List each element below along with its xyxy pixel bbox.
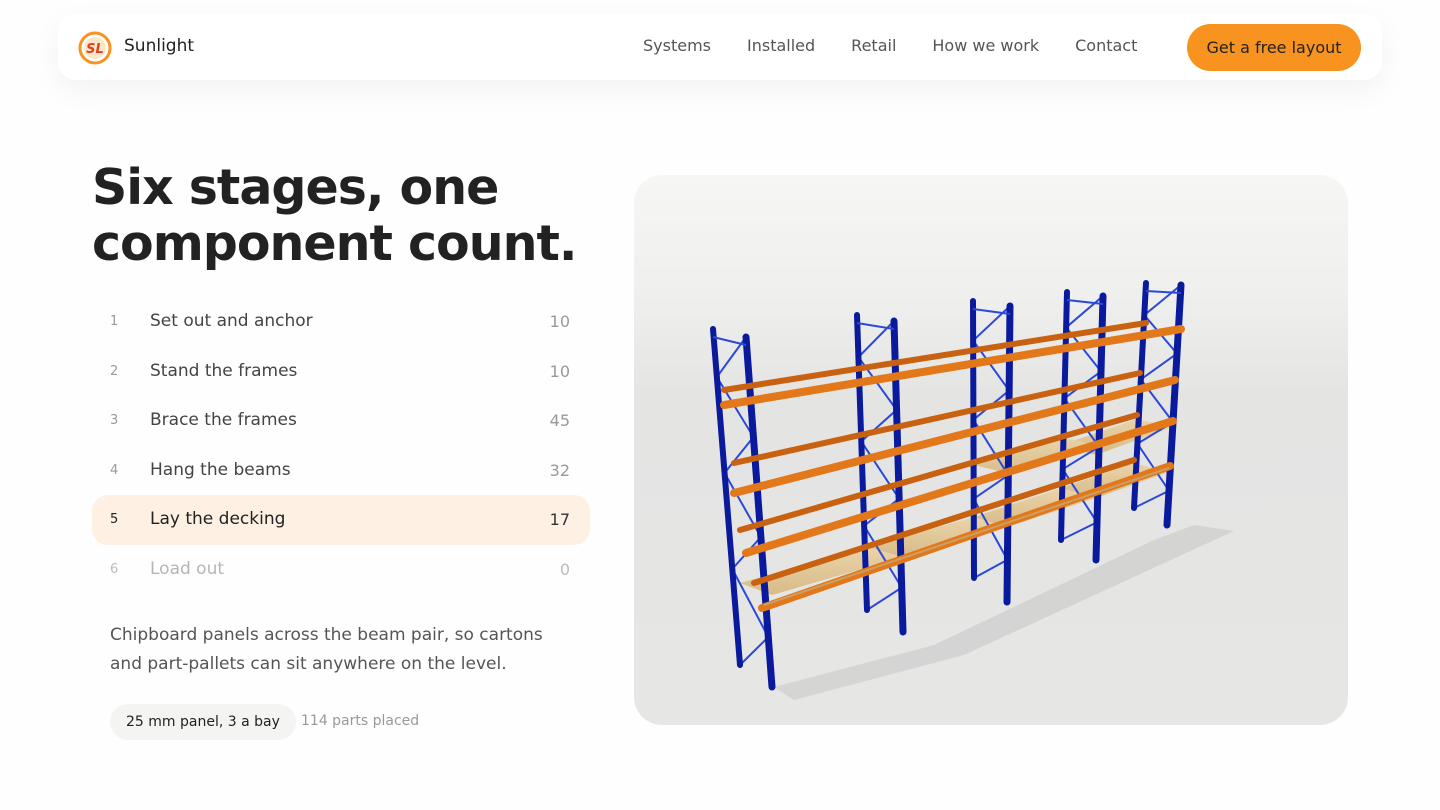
- stage-number: 3: [110, 413, 119, 429]
- stage-item-2[interactable]: 2 Stand the frames 10: [92, 347, 590, 397]
- stage-label: Load out: [150, 558, 225, 579]
- stage-number: 1: [110, 314, 119, 329]
- rear-beam: [721, 320, 1149, 393]
- get-free-layout-button[interactable]: Get a free layout: [1187, 24, 1361, 71]
- stage-label: Stand the frames: [150, 360, 298, 381]
- stage-item-1[interactable]: 1 Set out and anchor 10: [92, 297, 590, 347]
- nav-link-how-we-work[interactable]: How we work: [932, 36, 1039, 55]
- front-upright: [1163, 281, 1185, 529]
- stage-number: 4: [110, 462, 119, 478]
- stage-number: 2: [110, 363, 119, 379]
- stage-count: 45: [549, 411, 570, 431]
- stage-item-3[interactable]: 3 Brace the frames 45: [92, 396, 590, 446]
- stage-list: 1 Set out and anchor 10 2 Stand the fram…: [92, 297, 590, 595]
- front-upright: [890, 317, 907, 636]
- stage-count: 0: [559, 559, 570, 579]
- spec-chip: 25 mm panel, 3 a bay: [110, 704, 296, 740]
- frame-top-tie: [1145, 290, 1182, 294]
- stage-label: Lay the decking: [150, 509, 286, 530]
- stage-description: Chipboard panels across the beam pair, s…: [110, 625, 543, 674]
- page-title-line-1: Six stages, one: [92, 159, 499, 216]
- nav-links: Systems Installed Retail How we work Con…: [643, 36, 1173, 55]
- stage-label: Brace the frames: [150, 410, 297, 431]
- stage-label: Hang the beams: [150, 459, 291, 480]
- rear-upright: [710, 326, 743, 668]
- front-upright: [742, 333, 776, 691]
- stage-count: 17: [549, 510, 570, 530]
- brand-name[interactable]: Sunlight: [124, 36, 194, 56]
- stage-count: 32: [549, 460, 570, 480]
- rack-3d-viewer[interactable]: [634, 175, 1348, 725]
- pallet-rack: [710, 280, 1185, 691]
- stage-label: Set out and anchor: [150, 311, 313, 331]
- nav-link-systems[interactable]: Systems: [643, 36, 711, 55]
- page-title-line-2: component count.: [92, 215, 578, 272]
- rear-beam: [751, 457, 1137, 586]
- sunlight-logo-icon[interactable]: SL: [78, 31, 112, 65]
- page-title: Six stages, one component count.: [92, 160, 612, 272]
- nav-link-contact[interactable]: Contact: [1075, 36, 1137, 55]
- stage-item-5[interactable]: 5 Lay the decking 17: [92, 495, 590, 545]
- parts-placed-count: 114 parts placed: [301, 713, 420, 729]
- nav-link-installed[interactable]: Installed: [747, 36, 815, 55]
- stage-item-6[interactable]: 6 Load out 0: [92, 545, 590, 595]
- svg-text:SL: SL: [86, 42, 104, 57]
- stage-count: 10: [549, 361, 570, 381]
- top-nav: SL Sunlight Systems Installed Retail How…: [58, 14, 1382, 80]
- stage-number: 6: [110, 561, 119, 577]
- stage-count: 10: [549, 312, 570, 331]
- frame-top-tie: [712, 336, 747, 346]
- pallet-rack-illustration: [710, 280, 1234, 700]
- stage-number: 5: [110, 512, 119, 528]
- nav-link-retail[interactable]: Retail: [851, 36, 896, 55]
- stage-item-4[interactable]: 4 Hang the beams 32: [92, 446, 590, 496]
